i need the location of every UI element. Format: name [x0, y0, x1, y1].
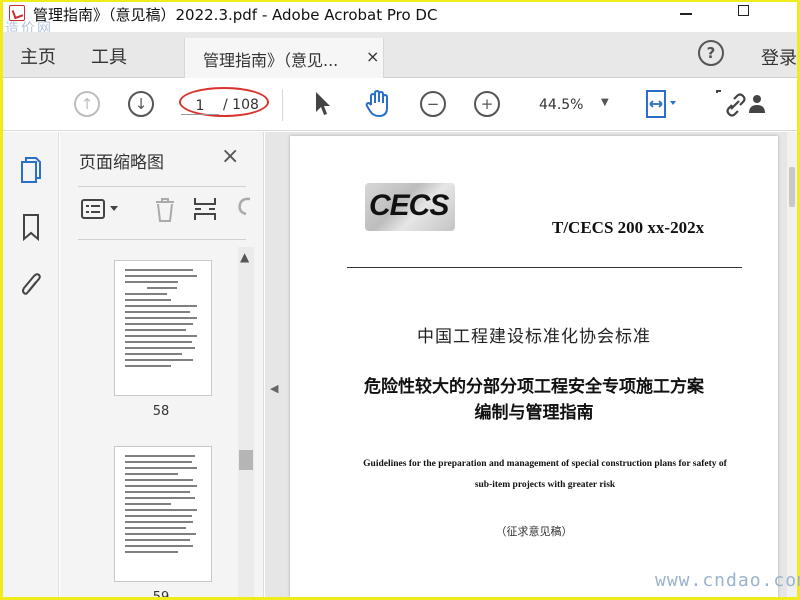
thumbnail-scrollbar[interactable] [238, 247, 254, 597]
menu-tab-bar: 主页 工具 管理指南》（意见... × ? 登录 [3, 32, 797, 78]
document-view: CECS T/CECS 200 xx-202x 中国工程建设标准化协会标准 危险… [265, 132, 797, 597]
english-title-line-2: sub-item projects with greater risk [474, 480, 616, 490]
toolbar-divider [282, 89, 283, 121]
page-thumbnail-58[interactable] [114, 260, 212, 396]
panel-close-icon[interactable]: × [221, 144, 239, 169]
scroll-up-icon[interactable]: ▲ [240, 250, 249, 264]
share-link-icon[interactable] [713, 89, 773, 119]
document-tab-label: 管理指南》（意见... [203, 51, 339, 70]
page-thumbnail-59[interactable] [114, 446, 212, 582]
thumbnail-tools [81, 197, 251, 222]
title-line-1: 危险性较大的分部分项工程安全专项施工方案 [364, 377, 704, 397]
page-number-input[interactable] [181, 97, 219, 115]
logo-text: CECS [369, 189, 449, 222]
home-menu[interactable]: 主页 [20, 43, 56, 69]
zoom-out-icon[interactable]: − [420, 91, 446, 117]
zoom-dropdown-icon[interactable]: ▼ [601, 97, 609, 108]
help-icon[interactable]: ? [698, 40, 724, 66]
title-line-2: 编制与管理指南 [474, 403, 594, 423]
pdf-page: CECS T/CECS 200 xx-202x 中国工程建设标准化协会标准 危险… [290, 136, 778, 597]
hand-tool-icon[interactable] [363, 89, 393, 119]
watermark-bottom-right: www.cndao.com [655, 570, 800, 591]
total-pages: / 108 [223, 97, 259, 113]
panel-divider [78, 186, 246, 187]
tab-close-icon[interactable]: × [366, 47, 379, 66]
thumbnail-scroll-thumb[interactable] [239, 450, 253, 470]
options-menu-icon[interactable] [81, 199, 118, 219]
insert-page-icon[interactable] [194, 198, 216, 220]
maximize-icon[interactable] [738, 5, 749, 16]
zoom-in-icon[interactable]: + [474, 91, 500, 117]
page-thumbnails-icon[interactable] [20, 156, 42, 186]
english-title-line-1: Guidelines for the preparation and manag… [363, 459, 727, 469]
cecs-logo: CECS [365, 183, 455, 231]
collapse-panel-icon[interactable]: ◀ [270, 382, 278, 395]
attachments-icon[interactable] [20, 270, 42, 300]
login-button[interactable]: 登录 [761, 44, 797, 70]
document-tab[interactable]: 管理指南》（意见... × [184, 38, 384, 78]
document-scroll-thumb[interactable] [789, 167, 795, 207]
draft-note: （征求意见稿） [495, 525, 573, 538]
zoom-level[interactable]: 44.5% [539, 97, 583, 113]
organization-standard: 中国工程建设标准化协会标准 [417, 327, 651, 347]
tools-menu[interactable]: 工具 [91, 43, 127, 69]
window-title: 管理指南》（意见稿）2022.3.pdf - Adobe Acrobat Pro… [33, 6, 438, 24]
panel-divider [78, 239, 246, 240]
thumbnail-page-label: 58 [152, 404, 170, 419]
fit-page-icon[interactable] [643, 89, 677, 121]
acrobat-window: 管理指南》（意见稿）2022.3.pdf - Adobe Acrobat Pro… [3, 2, 797, 597]
left-navigation-pane [3, 132, 59, 597]
thumbnail-page-label: 59 [141, 590, 181, 597]
page-thumbnails-panel: 页面缩略图 × 58 ▲ [60, 132, 264, 597]
rotate-page-icon[interactable] [238, 197, 251, 216]
minimize-icon[interactable] [680, 13, 692, 15]
title-bar: 管理指南》（意见稿）2022.3.pdf - Adobe Acrobat Pro… [3, 2, 797, 37]
document-title: 危险性较大的分部分项工程安全专项施工方案 编制与管理指南 [290, 374, 778, 426]
select-cursor-icon[interactable] [314, 91, 332, 117]
standard-code: T/CECS 200 xx-202x [552, 218, 705, 237]
delete-page-icon[interactable] [156, 198, 174, 222]
next-page-icon[interactable]: ↓ [128, 91, 154, 117]
header-rule [347, 267, 742, 268]
previous-page-icon[interactable]: ↑ [74, 91, 100, 117]
bookmarks-icon[interactable] [20, 212, 42, 242]
main-toolbar: ↑ ↓ / 108 − + 44.5% ▼ [3, 79, 797, 131]
panel-title: 页面缩略图 [79, 153, 164, 173]
english-title: Guidelines for the preparation and manag… [350, 454, 740, 496]
